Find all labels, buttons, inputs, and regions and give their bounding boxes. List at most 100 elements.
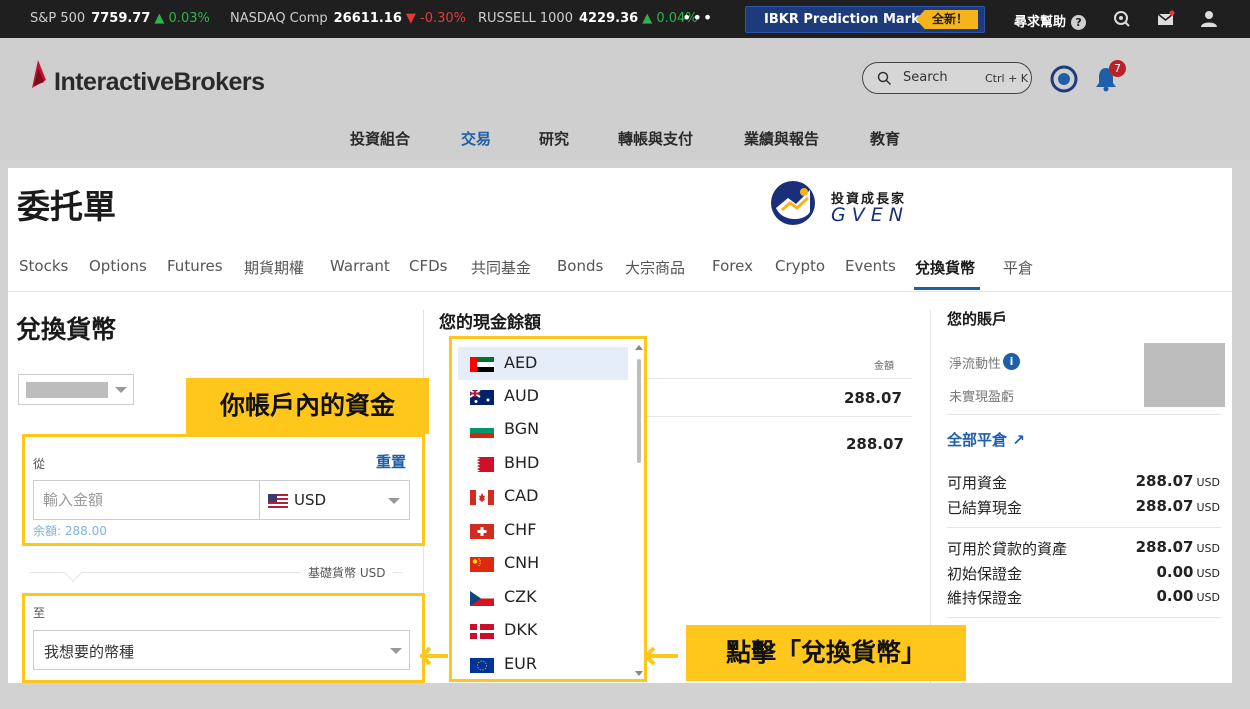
gven-watermark: 投資成長家 GVEN — [768, 178, 904, 232]
chat-icon[interactable] — [1113, 10, 1131, 28]
main-navigation: 投資組合 交易 研究 轉帳與支付 業績與報告 教育 — [0, 126, 1250, 152]
tab-warrant[interactable]: Warrant — [330, 257, 390, 275]
from-currency-select[interactable]: USD — [259, 480, 410, 520]
currency-code: BHD — [504, 453, 540, 472]
order-type-tabs: Stocks Options Futures 期貨期權 Warrant CFDs… — [8, 254, 1232, 292]
currency-option-chf[interactable]: CHF — [458, 514, 628, 547]
bulgaria-flag-icon — [470, 423, 494, 438]
loanable-assets-value: 288.07 USD — [1135, 538, 1220, 556]
currency-code: AUD — [504, 386, 539, 405]
currency-option-cnh[interactable]: CNH — [458, 547, 628, 580]
tab-bonds[interactable]: Bonds — [557, 257, 603, 275]
to-label: 至 — [33, 606, 46, 620]
ticker-name: NASDAQ Comp — [230, 11, 328, 26]
tab-events[interactable]: Events — [845, 257, 896, 275]
cash-balance-title: 您的現金餘額 — [439, 313, 541, 333]
scroll-down-icon[interactable] — [635, 671, 643, 676]
currency-option-bgn[interactable]: BGN — [458, 413, 628, 446]
click-convert-callout: 點擊「兌換貨幣」 — [686, 625, 966, 681]
tab-stocks[interactable]: Stocks — [19, 257, 68, 275]
tab-close-position[interactable]: 平倉 — [1003, 257, 1033, 278]
prediction-markets-label: IBKR Prediction Markets — [764, 12, 943, 27]
currency-option-dkk[interactable]: DKK — [458, 614, 628, 647]
scroll-up-icon[interactable] — [635, 345, 643, 350]
currency-code: DKK — [504, 620, 538, 639]
row-divider — [947, 414, 1221, 415]
maintenance-margin-label: 維持保證金 — [947, 589, 1023, 607]
ticker-value: 26611.16 — [333, 11, 402, 26]
prediction-markets-banner[interactable]: IBKR Prediction Markets 全新！ — [745, 6, 985, 33]
interactive-brokers-logo[interactable]: InteractiveBrokers — [30, 58, 265, 96]
mail-icon[interactable] — [1157, 10, 1175, 28]
search-placeholder: Search — [903, 70, 948, 85]
tab-options[interactable]: Options — [89, 257, 147, 275]
ticker-item[interactable]: NASDAQ Comp 26611.16 ▼ -0.30% — [230, 11, 466, 26]
amount-column-header: 金額 — [874, 361, 894, 372]
status-ring-icon[interactable] — [1050, 65, 1078, 93]
tab-forex[interactable]: Forex — [712, 257, 753, 275]
logo-text: InteractiveBrokers — [54, 68, 265, 96]
more-tickers-button[interactable]: ••• — [682, 8, 713, 27]
to-currency-placeholder: 我想要的幣種 — [44, 643, 135, 661]
currency-code: CAD — [504, 486, 539, 505]
currency-dropdown-list[interactable]: AED AUD BGN BHD CAD CHF CNH CZK DKK EUR — [449, 336, 647, 682]
switzerland-flag-icon — [470, 524, 494, 539]
nav-research[interactable]: 研究 — [539, 128, 569, 149]
funds-callout: 你帳戶內的資金 — [186, 378, 429, 434]
amount-input[interactable] — [33, 480, 260, 520]
reset-button[interactable]: 重置 — [376, 451, 406, 472]
australia-flag-icon — [470, 390, 494, 405]
ticker-item[interactable]: RUSSELL 1000 4229.36 ▲ 0.04% — [478, 11, 698, 26]
from-label: 從 — [33, 457, 46, 471]
nav-transfer-pay[interactable]: 轉帳與支付 — [618, 128, 693, 149]
dropdown-scrollbar[interactable] — [634, 343, 644, 679]
currency-option-eur[interactable]: EUR — [458, 648, 628, 679]
currency-code: EUR — [504, 654, 537, 673]
currency-option-czk[interactable]: CZK — [458, 581, 628, 614]
currency-option-cad[interactable]: CAD — [458, 480, 628, 513]
gven-logo-icon — [771, 181, 815, 225]
account-select[interactable] — [18, 374, 134, 405]
tab-futures[interactable]: Futures — [167, 257, 223, 275]
search-icon — [877, 71, 892, 86]
notification-badge: 7 — [1109, 60, 1126, 77]
tab-currency-conversion[interactable]: 兌換貨幣 — [915, 257, 975, 278]
redacted-account — [26, 382, 108, 398]
info-icon[interactable]: i — [1003, 353, 1020, 370]
settled-cash-value: 288.07 USD — [1135, 497, 1220, 515]
currency-option-aud[interactable]: AUD — [458, 380, 628, 413]
canada-flag-icon — [470, 490, 494, 505]
active-tab-indicator — [914, 287, 980, 290]
close-all-link[interactable]: 全部平倉 ↗ — [947, 429, 1025, 450]
tab-futures-options[interactable]: 期貨期權 — [244, 257, 304, 278]
scrollbar-thumb[interactable] — [637, 359, 641, 463]
help-button[interactable]: 尋求幫助? — [1014, 11, 1087, 30]
ticker-item[interactable]: S&P 500 7759.77 ▲ 0.03% — [30, 11, 210, 26]
available-funds-value: 288.07 USD — [1135, 472, 1220, 490]
currency-code: CNH — [504, 553, 540, 572]
currency-code: BGN — [504, 419, 540, 438]
net-liquidity-label: 淨流動性 — [949, 357, 1002, 372]
nav-portfolio[interactable]: 投資組合 — [350, 128, 410, 149]
tab-mutual-funds[interactable]: 共同基金 — [471, 257, 531, 278]
currency-option-bhd[interactable]: BHD — [458, 447, 628, 480]
tab-cfds[interactable]: CFDs — [409, 257, 447, 275]
chevron-down-icon — [390, 648, 402, 654]
search-box[interactable]: Search Ctrl + K — [862, 62, 1032, 94]
tab-commodities[interactable]: 大宗商品 — [625, 257, 685, 278]
balance-text: 余額: 288.00 — [33, 524, 107, 538]
nav-trade[interactable]: 交易 — [461, 128, 491, 149]
tab-crypto[interactable]: Crypto — [775, 257, 825, 275]
to-section: 至 我想要的幣種 — [22, 593, 425, 683]
to-currency-select[interactable]: 我想要的幣種 — [33, 630, 410, 670]
row-divider — [640, 378, 912, 379]
nav-performance-reports[interactable]: 業績與報告 — [744, 128, 819, 149]
currency-code: CHF — [504, 520, 537, 539]
row-divider — [640, 416, 912, 417]
initial-margin-label: 初始保證金 — [947, 565, 1023, 583]
nav-education[interactable]: 教育 — [870, 128, 900, 149]
base-currency-label: 基礎貨幣 USD — [300, 564, 394, 581]
currency-option-aed[interactable]: AED — [458, 347, 628, 380]
help-label: 尋求幫助 — [1014, 15, 1067, 30]
user-icon[interactable] — [1200, 10, 1218, 28]
